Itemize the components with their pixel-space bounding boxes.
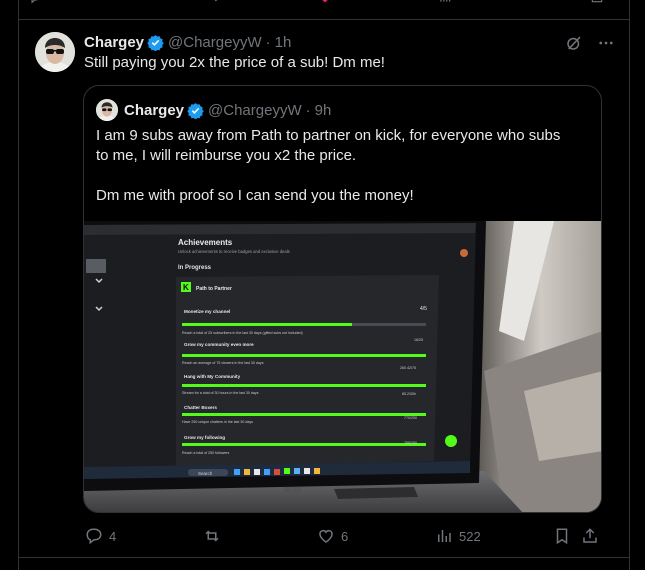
timeline-column: 3 Chargey @ChargeyyW · 1h bbox=[18, 0, 630, 570]
author-name[interactable]: Chargey bbox=[124, 102, 184, 119]
reply-icon bbox=[86, 528, 102, 545]
screen-title: Achievements bbox=[178, 238, 233, 247]
separator: · bbox=[265, 33, 271, 51]
card-title: Path to Partner bbox=[196, 286, 232, 292]
divider bbox=[19, 19, 629, 20]
bookmark-icon bbox=[556, 528, 568, 545]
verified-badge-icon bbox=[187, 102, 204, 119]
author-name[interactable]: Chargey bbox=[84, 34, 144, 51]
bookmark-button[interactable] bbox=[553, 526, 571, 546]
views-icon bbox=[438, 530, 451, 542]
like-icon[interactable] bbox=[317, 0, 333, 4]
achievement-value: 16/25 bbox=[414, 338, 423, 342]
quote-photo[interactable]: ements Achievements Unlock achievements … bbox=[84, 221, 601, 512]
like-count: 6 bbox=[341, 528, 349, 544]
reply-button[interactable]: 4 bbox=[85, 526, 116, 546]
quote-text-line: I am 9 subs away from Path to partner on… bbox=[96, 127, 561, 144]
achievement-value: 770/250 bbox=[404, 416, 417, 420]
achievement-value: 85.2/30h bbox=[402, 392, 416, 396]
achievement-value: 758/250 bbox=[404, 441, 417, 445]
timestamp[interactable]: 1h bbox=[275, 34, 292, 51]
views-count: 522 bbox=[459, 528, 481, 544]
divider bbox=[19, 557, 629, 558]
page: 3 Chargey @ChargeyyW · 1h bbox=[0, 0, 645, 570]
grok-icon[interactable] bbox=[565, 34, 583, 52]
quote-text: I am 9 subs away from Path to partner on… bbox=[96, 126, 591, 206]
achievement-title: Monetize my channel bbox=[184, 309, 230, 314]
like-button[interactable]: 6 bbox=[317, 526, 348, 546]
reply-count: 4 bbox=[109, 528, 117, 544]
share-icon[interactable] bbox=[589, 0, 605, 4]
achievement-title: Grow my community even more bbox=[184, 342, 254, 347]
author-handle[interactable]: @ChargeyyW bbox=[168, 34, 262, 51]
repost-icon[interactable] bbox=[205, 0, 221, 4]
quote-text-line: Dm me with proof so I can send you the m… bbox=[96, 187, 414, 204]
avatar[interactable] bbox=[35, 32, 75, 72]
timestamp[interactable]: 9h bbox=[315, 102, 332, 119]
previous-tweet-actions: 3 bbox=[19, 0, 629, 8]
avatar[interactable] bbox=[96, 99, 118, 121]
achievement-value: 260.42/75 bbox=[400, 366, 416, 370]
like-icon bbox=[319, 529, 333, 543]
achievement-desc: Reach an average of 75 viewers in the la… bbox=[182, 361, 264, 365]
achievement-title: Chatter Boxers bbox=[184, 405, 217, 410]
achievement-desc: Reach a total of 25 subscribers in the l… bbox=[182, 331, 303, 335]
share-button[interactable] bbox=[581, 526, 599, 546]
views-icon[interactable] bbox=[437, 0, 453, 4]
section-label: In Progress bbox=[178, 265, 212, 271]
tweet-top-actions bbox=[565, 34, 615, 52]
svg-text:K: K bbox=[183, 283, 189, 292]
tweet-text: Still paying you 2x the price of a sub! … bbox=[84, 54, 385, 71]
views-button[interactable]: 522 bbox=[435, 526, 481, 546]
reply-icon[interactable] bbox=[27, 0, 43, 4]
screen-subtitle: Unlock achievements to receive badges an… bbox=[178, 249, 290, 254]
tweet-actions: 4 6 522 bbox=[83, 526, 603, 546]
repost-icon bbox=[205, 530, 219, 542]
card-count: 4/5 bbox=[420, 306, 427, 312]
quote-text-line: to me, I will reimburse you x2 the price… bbox=[96, 147, 357, 164]
author-handle[interactable]: @ChargeyyW bbox=[208, 102, 302, 119]
achievement-title: Hang with My Community bbox=[184, 374, 241, 379]
like-count: 3 bbox=[337, 0, 344, 3]
achievement-desc: Stream for a total of 30 hours in the la… bbox=[182, 391, 259, 395]
laptop-brand: acer bbox=[284, 484, 303, 494]
achievement-title: Grow my following bbox=[184, 435, 225, 440]
verified-badge-icon bbox=[147, 34, 164, 51]
separator: · bbox=[305, 101, 311, 119]
more-icon[interactable] bbox=[597, 34, 615, 52]
quote-tweet[interactable]: Chargey @ChargeyyW · 9h I am 9 subs away… bbox=[83, 85, 602, 513]
taskbar-search: Search bbox=[198, 471, 213, 476]
achievement-desc: Have 250 unique chatters in the last 30 … bbox=[182, 420, 253, 424]
share-icon bbox=[583, 528, 597, 543]
quote-header: Chargey @ChargeyyW · 9h bbox=[124, 100, 331, 120]
tweet-header: Chargey @ChargeyyW · 1h bbox=[84, 32, 291, 52]
achievement-desc: Reach a total of 250 followers bbox=[182, 451, 230, 455]
laptop-photo: ements Achievements Unlock achievements … bbox=[84, 221, 601, 512]
repost-button[interactable] bbox=[203, 526, 227, 546]
